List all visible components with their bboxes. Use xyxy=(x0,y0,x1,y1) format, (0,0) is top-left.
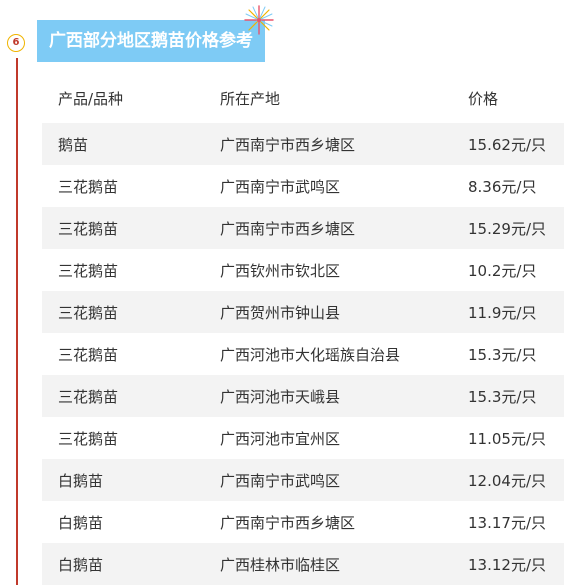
cell-location: 广西贺州市钟山县 xyxy=(220,303,341,322)
table-row: 三花鹅苗 广西贺州市钟山县 11.9元/只 xyxy=(42,291,564,333)
cell-location: 广西河池市天峨县 xyxy=(220,387,341,406)
cell-product: 三花鹅苗 xyxy=(58,177,119,196)
cell-price: 12.04元/只 xyxy=(468,471,546,490)
timeline-line xyxy=(16,58,18,585)
cell-location: 广西河池市大化瑶族自治县 xyxy=(220,345,401,364)
section-title: 广西部分地区鹅苗价格参考 xyxy=(37,20,265,62)
cell-product: 三花鹅苗 xyxy=(58,429,119,448)
cell-location: 广西河池市宜州区 xyxy=(220,429,341,448)
cell-price: 8.36元/只 xyxy=(468,177,537,196)
cell-price: 11.05元/只 xyxy=(468,429,546,448)
cell-product: 三花鹅苗 xyxy=(58,345,119,364)
table-row: 三花鹅苗 广西南宁市武鸣区 8.36元/只 xyxy=(42,165,564,207)
cell-product: 白鹅苗 xyxy=(58,555,104,574)
table-row: 三花鹅苗 广西河池市宜州区 11.05元/只 xyxy=(42,417,564,459)
cell-price: 13.17元/只 xyxy=(468,513,546,532)
cell-price: 11.9元/只 xyxy=(468,303,537,322)
cell-product: 三花鹅苗 xyxy=(58,219,119,238)
cell-location: 广西桂林市临桂区 xyxy=(220,555,341,574)
step-number-badge: 6 xyxy=(7,34,25,52)
cell-location: 广西南宁市西乡塘区 xyxy=(220,219,356,238)
cell-price: 10.2元/只 xyxy=(468,261,537,280)
cell-location: 广西南宁市武鸣区 xyxy=(220,471,341,490)
cell-product: 三花鹅苗 xyxy=(58,261,119,280)
firework-icon xyxy=(244,5,274,35)
header-product: 产品/品种 xyxy=(58,89,124,108)
cell-location: 广西南宁市武鸣区 xyxy=(220,177,341,196)
header-location: 所在产地 xyxy=(220,89,281,108)
table-row: 白鹅苗 广西桂林市临桂区 13.12元/只 xyxy=(42,543,564,585)
cell-price: 15.3元/只 xyxy=(468,387,537,406)
table-row: 三花鹅苗 广西南宁市西乡塘区 15.29元/只 xyxy=(42,207,564,249)
table-row: 三花鹅苗 广西河池市大化瑶族自治县 15.3元/只 xyxy=(42,333,564,375)
table-header: 产品/品种 所在产地 价格 xyxy=(42,77,564,119)
cell-price: 13.12元/只 xyxy=(468,555,546,574)
cell-product: 三花鹅苗 xyxy=(58,303,119,322)
table-row: 三花鹅苗 广西河池市天峨县 15.3元/只 xyxy=(42,375,564,417)
table-row: 鹅苗 广西南宁市西乡塘区 15.62元/只 xyxy=(42,123,564,165)
cell-product: 白鹅苗 xyxy=(58,513,104,532)
cell-price: 15.62元/只 xyxy=(468,135,546,154)
table-row: 三花鹅苗 广西钦州市钦北区 10.2元/只 xyxy=(42,249,564,291)
cell-product: 鹅苗 xyxy=(58,135,89,154)
table-row: 白鹅苗 广西南宁市武鸣区 12.04元/只 xyxy=(42,459,564,501)
cell-location: 广西南宁市西乡塘区 xyxy=(220,135,356,154)
cell-product: 白鹅苗 xyxy=(58,471,104,490)
cell-location: 广西钦州市钦北区 xyxy=(220,261,341,280)
table-row: 白鹅苗 广西南宁市西乡塘区 13.17元/只 xyxy=(42,501,564,543)
cell-product: 三花鹅苗 xyxy=(58,387,119,406)
header-price: 价格 xyxy=(468,89,499,108)
cell-price: 15.3元/只 xyxy=(468,345,537,364)
price-table: 产品/品种 所在产地 价格 鹅苗 广西南宁市西乡塘区 15.62元/只 三花鹅苗… xyxy=(42,77,564,585)
cell-price: 15.29元/只 xyxy=(468,219,546,238)
cell-location: 广西南宁市西乡塘区 xyxy=(220,513,356,532)
